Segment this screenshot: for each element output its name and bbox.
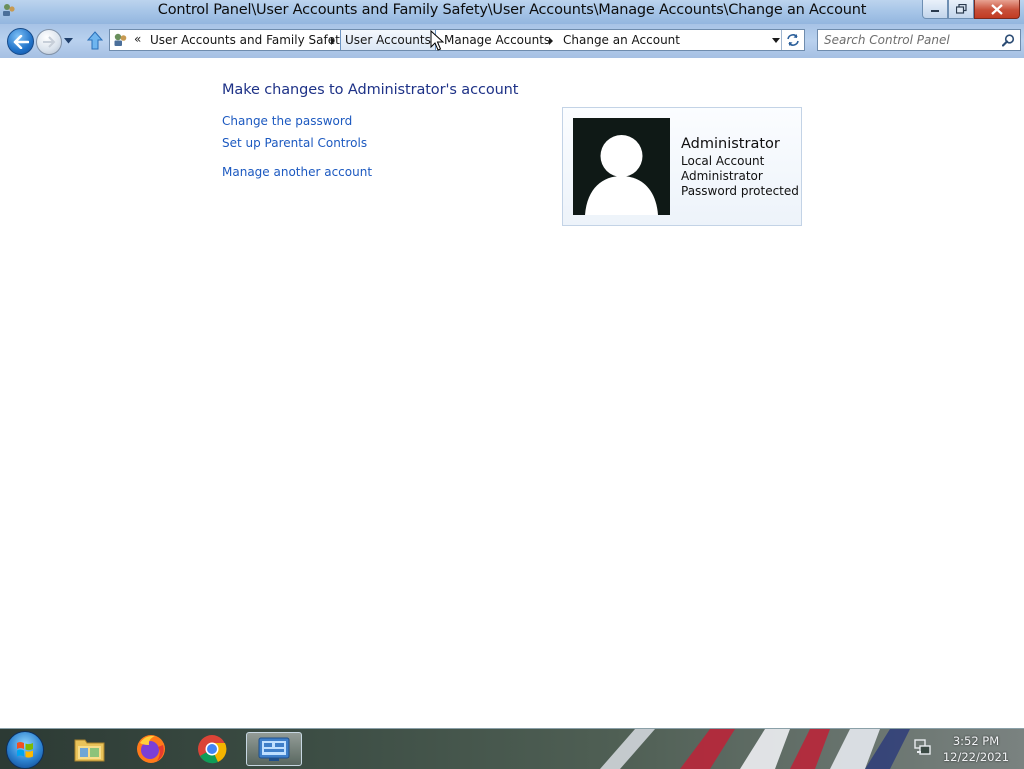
forward-arrow-icon [43, 36, 56, 48]
taskbar-firefox-button[interactable] [123, 732, 179, 766]
account-card: Administrator Local Account Administrato… [562, 107, 802, 226]
back-arrow-icon [13, 34, 29, 49]
parental-controls-link[interactable]: Set up Parental Controls [222, 136, 367, 150]
address-bar[interactable]: « User Accounts and Family Safety User A… [109, 29, 805, 51]
restore-button[interactable] [948, 0, 974, 19]
breadcrumb-overflow-button[interactable]: « [134, 32, 141, 46]
close-icon [991, 3, 1003, 15]
refresh-icon [787, 34, 799, 46]
system-clock[interactable]: 3:52 PM 12/22/2021 [936, 733, 1016, 765]
network-icon[interactable] [914, 739, 931, 756]
start-button[interactable] [6, 731, 44, 769]
breadcrumb-user-accounts[interactable]: User Accounts [340, 30, 436, 50]
breadcrumb-arrow-icon[interactable] [549, 37, 553, 45]
firefox-icon [137, 735, 165, 763]
taskbar: 3:52 PM 12/22/2021 [0, 728, 1024, 769]
clock-date: 12/22/2021 [942, 750, 1010, 764]
breadcrumb-manage-accounts[interactable]: Manage Accounts [440, 30, 554, 50]
breadcrumb-user-accounts-family-safety[interactable]: User Accounts and Family Safety [146, 30, 351, 50]
search-box[interactable] [817, 29, 1021, 51]
forward-button[interactable] [36, 29, 62, 55]
search-input[interactable] [824, 32, 994, 48]
taskbar-chrome-button[interactable] [184, 732, 240, 766]
recent-pages-dropdown-icon[interactable] [64, 38, 73, 44]
manage-another-account-link[interactable]: Manage another account [222, 165, 372, 179]
window-title: Control Panel\User Accounts and Family S… [157, 2, 867, 18]
up-arrow-icon[interactable] [87, 31, 103, 50]
control-panel-icon [114, 33, 127, 46]
breadcrumb-change-an-account[interactable]: Change an Account [559, 30, 684, 50]
close-button[interactable] [974, 0, 1020, 19]
taskbar-explorer-button[interactable] [62, 732, 118, 766]
control-panel-icon [258, 737, 290, 761]
title-bar[interactable]: Control Panel\User Accounts and Family S… [0, 0, 1024, 24]
mouse-cursor-icon [430, 30, 444, 51]
minimize-button[interactable] [922, 0, 948, 19]
account-type: Local Account [681, 154, 765, 168]
back-button[interactable] [7, 28, 34, 55]
account-role: Administrator [681, 169, 763, 183]
change-password-link[interactable]: Change the password [222, 114, 352, 128]
account-password-status: Password protected [681, 184, 799, 198]
taskbar-control-panel-button[interactable] [246, 732, 302, 766]
restore-icon [955, 4, 967, 14]
user-silhouette-icon [585, 135, 658, 215]
refresh-button[interactable] [781, 30, 804, 50]
user-avatar [573, 118, 670, 215]
navigation-bar: « User Accounts and Family Safety User A… [0, 24, 1024, 58]
account-name: Administrator [681, 136, 780, 152]
clock-time: 3:52 PM [952, 734, 1000, 748]
taskbar-wallpaper-decoration [600, 729, 910, 769]
breadcrumb-arrow-icon[interactable] [331, 37, 335, 45]
minimize-icon [931, 10, 939, 12]
search-icon[interactable] [1002, 34, 1015, 47]
address-dropdown-icon[interactable] [772, 38, 780, 43]
folder-icon [74, 739, 105, 762]
windows-logo-icon [17, 742, 33, 758]
content-pane: Make changes to Administrator's account … [0, 58, 1024, 728]
page-heading: Make changes to Administrator's account [222, 82, 519, 98]
chrome-icon [198, 735, 227, 764]
